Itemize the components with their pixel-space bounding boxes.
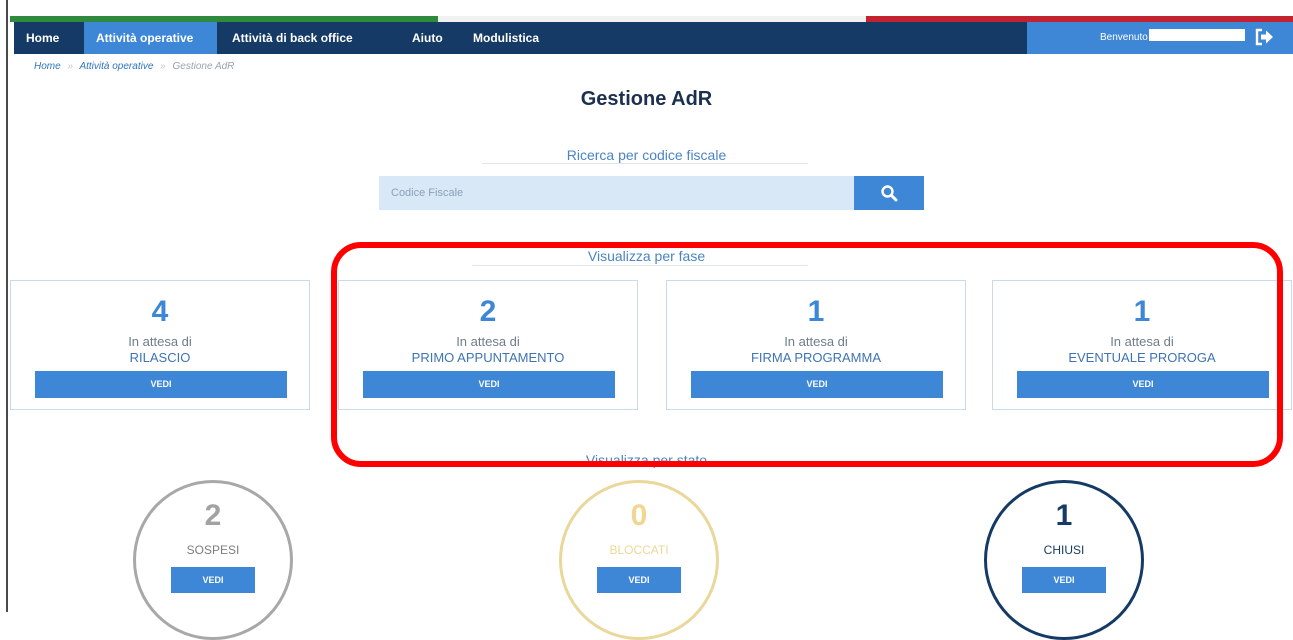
phase-card-eventuale-proroga: 1 In attesa di EVENTUALE PROROGA VEDI [992, 280, 1292, 410]
phase-prefix: In attesa di [784, 334, 848, 349]
state-name: CHIUSI [1043, 543, 1085, 557]
search-section-label: Ricerca per codice fiscale [566, 147, 727, 163]
state-count: 2 [204, 499, 222, 532]
vedi-button-rilascio[interactable]: VEDI [35, 371, 287, 398]
user-welcome-area: Benvenuto [1027, 22, 1293, 54]
phase-name: FIRMA PROGRAMMA [750, 350, 881, 365]
nav-item-back-office[interactable]: Attività di back office [220, 22, 365, 54]
top-navbar: Home Attività operative Attività di back… [14, 22, 1293, 54]
nav-item-home[interactable]: Home [14, 22, 84, 54]
phase-card-firma-programma: 1 In attesa di FIRMA PROGRAMMA VEDI [666, 280, 966, 410]
phase-section-divider [472, 265, 808, 266]
phase-count: 1 [1133, 295, 1151, 328]
state-count: 0 [630, 499, 648, 532]
nav-item-aiuto[interactable]: Aiuto [400, 22, 455, 54]
phase-card-rilascio: 4 In attesa di RILASCIO VEDI [10, 280, 310, 410]
search-section-divider [482, 163, 808, 164]
welcome-label: Benvenuto [1100, 32, 1148, 43]
phase-name: PRIMO APPUNTAMENTO [411, 350, 565, 365]
breadcrumb-home[interactable]: Home [34, 61, 61, 72]
state-name: SOSPESI [186, 543, 240, 557]
state-count: 1 [1055, 499, 1073, 532]
breadcrumb-attivita-operative[interactable]: Attività operative [79, 61, 153, 72]
breadcrumb-separator: » [160, 61, 166, 72]
state-circle-bloccati: 0 BLOCCATI VEDI [559, 480, 719, 640]
phase-count: 1 [807, 295, 825, 328]
search-button[interactable] [854, 176, 924, 210]
phase-prefix: In attesa di [128, 334, 192, 349]
search-icon [881, 185, 898, 202]
vedi-button-firma-programma[interactable]: VEDI [691, 371, 943, 398]
nav-item-attivita-operative[interactable]: Attività operative [84, 22, 217, 54]
state-circle-sospesi: 2 SOSPESI VEDI [133, 480, 293, 640]
page-title: Gestione AdR [580, 88, 713, 110]
sign-out-icon[interactable] [1255, 28, 1275, 46]
state-section-label: Visualizza per stato [585, 452, 708, 468]
phase-count: 4 [151, 295, 169, 328]
codice-fiscale-input[interactable] [379, 176, 854, 210]
nav-item-modulistica[interactable]: Modulistica [461, 22, 551, 54]
breadcrumb: Home » Attività operative » Gestione AdR [34, 61, 234, 72]
vedi-button-bloccati[interactable]: VEDI [597, 567, 681, 593]
phase-count: 2 [479, 295, 497, 328]
phase-name: EVENTUALE PROROGA [1068, 350, 1216, 365]
phase-name: RILASCIO [129, 350, 191, 365]
breadcrumb-current: Gestione AdR [172, 61, 235, 72]
vedi-button-eventuale-proroga[interactable]: VEDI [1017, 371, 1269, 398]
phase-prefix: In attesa di [1110, 334, 1174, 349]
state-circle-chiusi: 1 CHIUSI VEDI [984, 480, 1144, 640]
state-name: BLOCCATI [609, 543, 669, 557]
phase-card-primo-appuntamento: 2 In attesa di PRIMO APPUNTAMENTO VEDI [338, 280, 638, 410]
vedi-button-chiusi[interactable]: VEDI [1022, 567, 1106, 593]
phase-section-label: Visualizza per fase [587, 248, 706, 264]
vedi-button-sospesi[interactable]: VEDI [171, 567, 255, 593]
breadcrumb-separator: » [67, 61, 74, 72]
vedi-button-primo-appuntamento[interactable]: VEDI [363, 371, 615, 398]
username-redacted [1149, 29, 1245, 41]
phase-prefix: In attesa di [456, 334, 520, 349]
